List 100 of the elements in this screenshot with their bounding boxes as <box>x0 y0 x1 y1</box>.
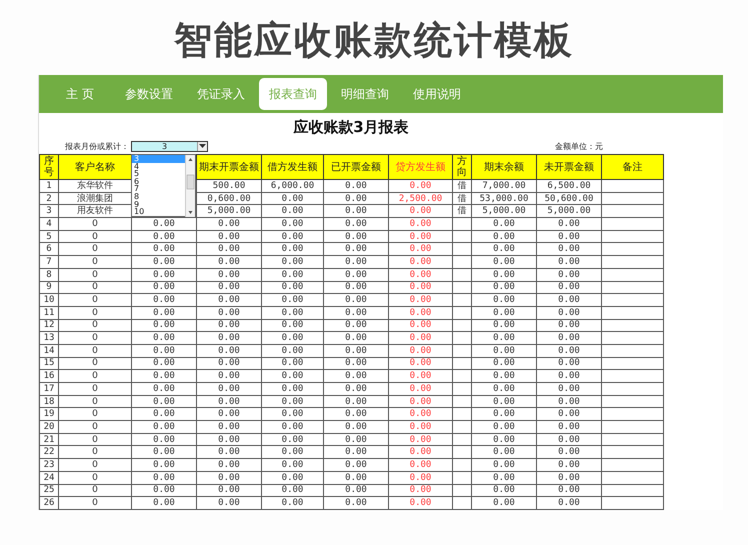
dropdown-option[interactable]: 5 <box>132 170 185 178</box>
table-cell: 0.00 <box>536 446 602 459</box>
table-cell <box>452 408 472 421</box>
table-cell: 0.00 <box>324 344 388 358</box>
table-cell: 0 <box>58 218 132 230</box>
table-cell: 0 <box>58 471 132 484</box>
table-cell: 0.00 <box>262 319 324 332</box>
table-cell: 0.00 <box>472 294 536 306</box>
table-cell <box>602 218 664 230</box>
table-cell: 0.00 <box>262 471 324 484</box>
table-cell <box>602 496 664 510</box>
column-header: 借方发生额 <box>262 154 324 180</box>
table-cell: 0.00 <box>324 294 388 306</box>
table-cell: 0.00 <box>324 218 388 230</box>
table-cell: 0.00 <box>388 344 452 358</box>
table-cell: 7 <box>40 256 58 268</box>
table-cell <box>602 446 664 459</box>
table-cell: 0.00 <box>196 306 262 320</box>
table-cell: 0.00 <box>388 382 452 396</box>
table-cell: 0.00 <box>388 242 452 256</box>
table-cell: 0.00 <box>388 496 452 510</box>
table-cell <box>602 408 664 421</box>
table-cell: 0.00 <box>196 268 262 281</box>
table-cell: 5,000.00 <box>536 204 602 218</box>
table-cell: 0.00 <box>536 420 602 434</box>
table-cell: 0 <box>58 433 132 446</box>
table-cell: 0.00 <box>132 484 196 497</box>
table-cell <box>602 192 664 205</box>
table-cell: 0.00 <box>472 230 536 243</box>
month-select[interactable]: 3 <box>131 140 208 152</box>
table-cell: 0.00 <box>388 471 452 484</box>
table-cell: 0.00 <box>196 294 262 306</box>
column-header: 贷方发生额 <box>388 154 452 180</box>
table-cell: 20 <box>40 420 58 434</box>
table-cell: 0.00 <box>324 180 388 192</box>
table-cell: 11 <box>40 306 58 320</box>
table-cell: 0.00 <box>324 395 388 408</box>
table-cell: 0.00 <box>132 395 196 408</box>
dropdown-option[interactable]: 10 <box>132 208 185 216</box>
month-label: 报表月份或累计： <box>64 140 130 152</box>
dropdown-option[interactable]: 8 <box>132 192 185 201</box>
table-cell: 0.00 <box>536 382 602 396</box>
report-title: 应收账款3月报表 <box>292 117 410 138</box>
table-cell: 0 <box>58 306 132 320</box>
table-cell: 0.00 <box>196 230 262 243</box>
table-cell: 19 <box>40 408 58 421</box>
dropdown-option[interactable]: 7 <box>132 185 185 193</box>
table-cell: 0.00 <box>324 408 388 421</box>
dropdown-option[interactable]: 4 <box>132 162 185 170</box>
dropdown-arrow-icon[interactable] <box>197 142 207 150</box>
table-cell: 0 <box>58 382 132 396</box>
table-cell: 0.00 <box>388 408 452 421</box>
table-cell <box>602 230 664 243</box>
table-cell: 借 <box>452 192 472 205</box>
table-cell: 0.00 <box>132 281 196 294</box>
table-cell: 0 <box>58 294 132 306</box>
table-cell: 0.00 <box>324 319 388 332</box>
table-cell: 0.00 <box>262 433 324 446</box>
table-cell: 0.00 <box>132 344 196 358</box>
table-cell: 0.00 <box>324 332 388 344</box>
table-cell: 0.00 <box>132 446 196 459</box>
table-cell: 0.00 <box>262 370 324 382</box>
table-cell <box>452 256 472 268</box>
table-cell: 16 <box>40 370 58 382</box>
table-cell: 0.00 <box>324 382 388 396</box>
table-cell: 6,000.00 <box>262 180 324 192</box>
dropdown-option[interactable]: 9 <box>132 200 185 208</box>
table-cell <box>602 458 664 472</box>
table-cell: 0.00 <box>472 395 536 408</box>
table-cell: 0 <box>58 230 132 243</box>
table-cell: 0.00 <box>472 306 536 320</box>
table-cell <box>602 256 664 268</box>
table-cell: 0.00 <box>132 471 196 484</box>
table-cell: 0.00 <box>324 268 388 281</box>
column-header: 期末开票金额 <box>196 154 262 180</box>
table-cell: 0.00 <box>536 230 602 243</box>
table-cell: 0.00 <box>472 268 536 281</box>
dropdown-option[interactable]: 6 <box>132 178 185 186</box>
table-cell: 0.00 <box>132 433 196 446</box>
table-cell: 0 <box>58 281 132 294</box>
table-cell: 0.00 <box>262 484 324 497</box>
table-cell: 0 <box>58 319 132 332</box>
table-cell: 13 <box>40 332 58 344</box>
scrollbar-drawing[interactable] <box>185 155 195 217</box>
table-cell: 0.00 <box>324 306 388 320</box>
table-cell: 0 <box>58 420 132 434</box>
table-cell: 22 <box>40 446 58 459</box>
table-cell: 0.00 <box>196 458 262 472</box>
table-cell: 0.00 <box>536 471 602 484</box>
table-cell: 0.00 <box>132 332 196 344</box>
table-cell: 0.00 <box>324 458 388 472</box>
table-cell: 23 <box>40 458 58 472</box>
table-cell: 24 <box>40 471 58 484</box>
table-cell: 0.00 <box>536 344 602 358</box>
table-cell: 0.00 <box>262 420 324 434</box>
table-cell: 0.00 <box>324 420 388 434</box>
table-cell: 0.00 <box>536 256 602 268</box>
table-cell: 0.00 <box>536 484 602 497</box>
table-cell: 0.00 <box>262 256 324 268</box>
table-cell: 0.00 <box>388 230 452 243</box>
